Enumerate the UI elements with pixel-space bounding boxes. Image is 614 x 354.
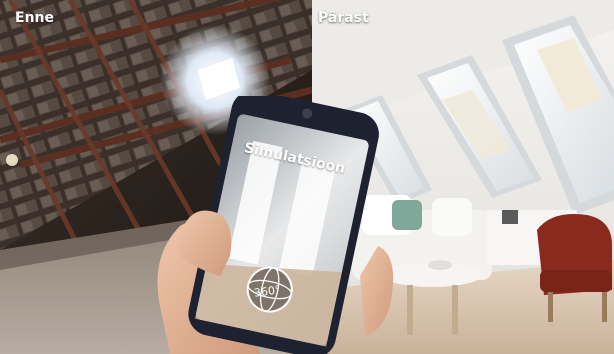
before-after-image: Enne Pärast Simulatsioon 360° <box>0 0 614 354</box>
hand-holding-phone <box>157 96 394 354</box>
before-label: Enne <box>15 10 54 26</box>
after-label: Pärast <box>318 10 369 26</box>
